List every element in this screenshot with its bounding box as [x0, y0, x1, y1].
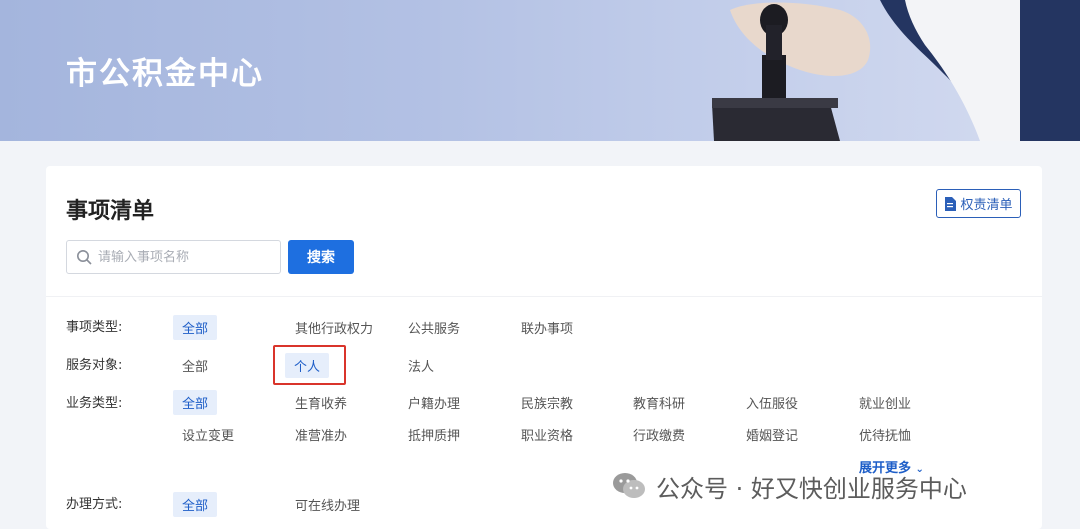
- business-type-option[interactable]: 行政缴费: [633, 425, 685, 444]
- search-input[interactable]: [98, 249, 268, 265]
- handling-method-option-online[interactable]: 可在线办理: [295, 495, 360, 514]
- service-target-option-legal-entity[interactable]: 法人: [408, 356, 434, 375]
- banner-title: 市公积金中心: [66, 56, 264, 92]
- business-type-option[interactable]: 职业资格: [521, 425, 573, 444]
- wechat-icon: [613, 473, 645, 498]
- watermark-text: 公众号 · 好又快创业服务中心: [656, 474, 967, 503]
- service-target-label: 服务对象:: [66, 358, 123, 373]
- item-type-option-all[interactable]: 全部: [173, 315, 218, 340]
- search-box[interactable]: [66, 240, 281, 274]
- business-type-option[interactable]: 抵押质押: [408, 425, 460, 444]
- search-button[interactable]: 搜索: [288, 240, 354, 274]
- document-icon: [945, 196, 957, 211]
- business-type-option-all[interactable]: 全部: [173, 390, 218, 415]
- search-icon: [77, 250, 92, 265]
- business-type-option[interactable]: 教育科研: [633, 393, 685, 412]
- stamp-hand-illustration: [712, 0, 1080, 141]
- item-type-label: 事项类型:: [66, 320, 123, 335]
- business-type-option[interactable]: 优待抚恤: [859, 425, 911, 444]
- item-type-option-public-service[interactable]: 公共服务: [408, 318, 460, 337]
- business-type-label: 业务类型:: [66, 396, 123, 411]
- card-title: 事项清单: [66, 199, 155, 224]
- business-type-option[interactable]: 户籍办理: [408, 393, 460, 412]
- power-list-button[interactable]: 权责清单: [936, 189, 1021, 218]
- header-banner: 市公积金中心: [0, 0, 1080, 141]
- business-type-option[interactable]: 准营准办: [295, 425, 347, 444]
- business-type-option[interactable]: 设立变更: [182, 425, 234, 444]
- handling-method-label: 办理方式:: [66, 497, 123, 512]
- business-type-option[interactable]: 婚姻登记: [746, 425, 798, 444]
- business-type-option[interactable]: 就业创业: [859, 393, 911, 412]
- wechat-watermark: 公众号 · 好又快创业服务中心: [612, 466, 967, 506]
- item-type-option-other-admin-power[interactable]: 其他行政权力: [295, 318, 373, 337]
- handling-method-option-all[interactable]: 全部: [173, 492, 218, 517]
- item-type-option-joint-affairs[interactable]: 联办事项: [521, 318, 573, 337]
- divider: [46, 296, 1042, 297]
- service-target-option-all[interactable]: 全部: [182, 356, 208, 375]
- business-type-option[interactable]: 入伍服役: [746, 393, 798, 412]
- business-type-option[interactable]: 民族宗教: [521, 393, 573, 412]
- power-list-label: 权责清单: [960, 198, 1013, 213]
- highlight-annotation-box: [273, 345, 346, 385]
- business-type-option[interactable]: 生育收养: [295, 393, 347, 412]
